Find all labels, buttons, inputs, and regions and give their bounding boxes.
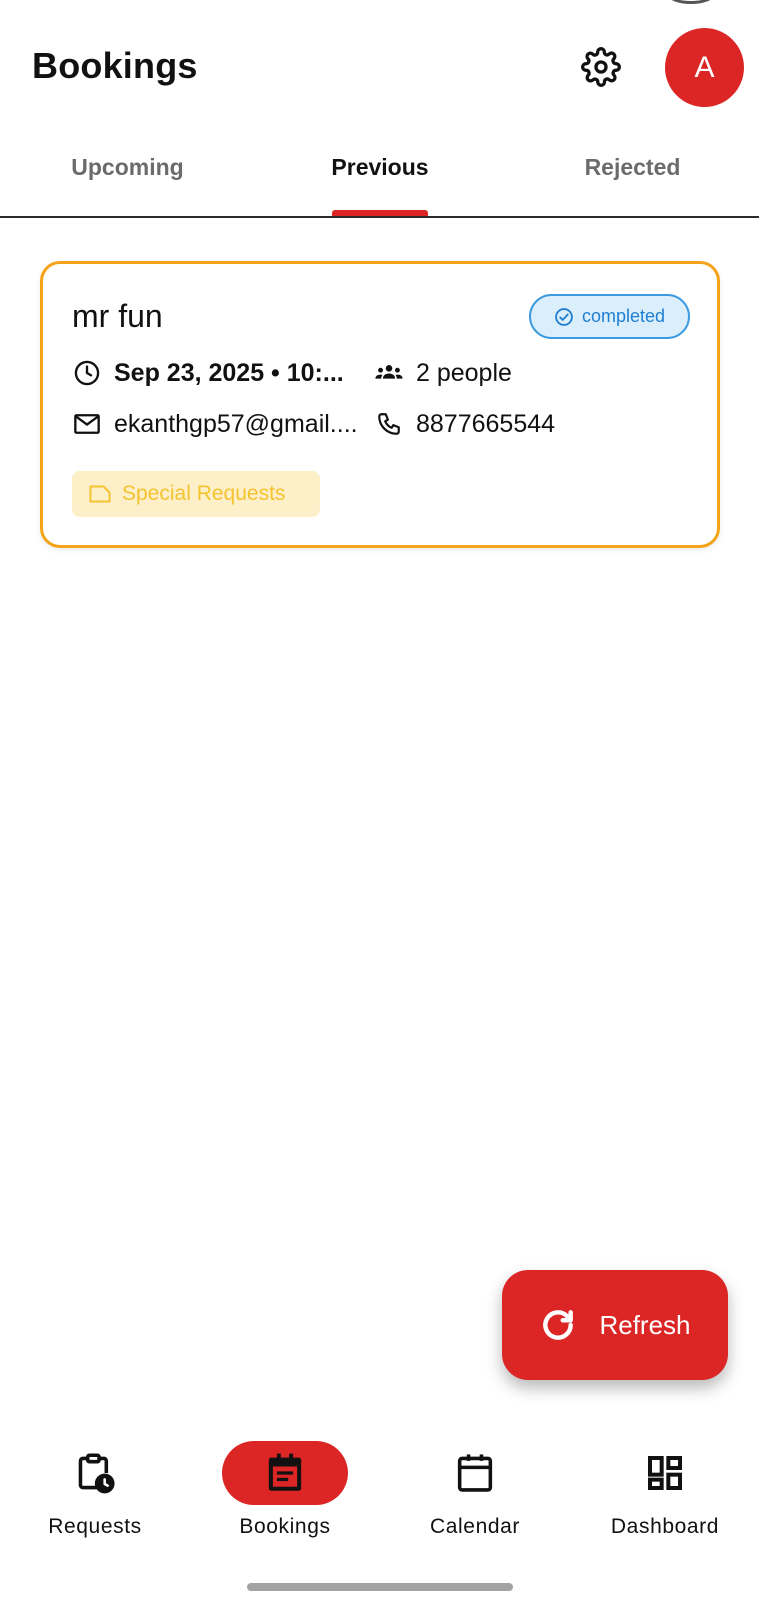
nav-bookings-icon-wrap xyxy=(222,1441,348,1505)
gear-icon xyxy=(581,47,621,87)
check-circle-icon xyxy=(555,307,573,326)
nav-requests-label: Requests xyxy=(48,1515,142,1538)
dashboard-icon xyxy=(648,1456,682,1490)
guest-name: mr fun xyxy=(72,298,163,334)
nav-calendar[interactable]: Calendar xyxy=(380,1425,570,1545)
phone-icon xyxy=(374,409,404,439)
mail-icon xyxy=(72,409,102,439)
phone-row: 8877665544 xyxy=(374,409,555,439)
calendar-icon xyxy=(457,1454,493,1492)
note-icon xyxy=(89,485,111,503)
clock-icon xyxy=(72,358,102,388)
status-text: completed xyxy=(581,306,666,326)
nav-bookings[interactable]: Bookings xyxy=(190,1425,380,1545)
nav-bookings-label: Bookings xyxy=(239,1515,331,1538)
guest-phone: 8877665544 xyxy=(416,409,556,438)
special-requests-label: Special Requests xyxy=(122,482,286,505)
datetime-row: Sep 23, 2025 • 10:... xyxy=(72,358,362,388)
refresh-icon xyxy=(543,1310,574,1340)
tab-bar: Upcoming Previous Rejected xyxy=(0,140,759,218)
email-row: ekanthgp57@gmail.... xyxy=(72,409,358,439)
active-tab-indicator xyxy=(332,210,428,216)
nav-requests[interactable]: Requests xyxy=(0,1425,190,1545)
status-badge: completed xyxy=(529,294,690,339)
refresh-label: Refresh xyxy=(599,1309,691,1340)
guest-email: ekanthgp57@gmail.... xyxy=(114,409,358,438)
nav-requests-icon-wrap xyxy=(32,1441,158,1505)
special-requests-chip[interactable]: Special Requests xyxy=(72,471,320,517)
clipboard-clock-icon xyxy=(78,1453,115,1494)
settings-button[interactable] xyxy=(578,44,624,90)
bottom-navigation: Requests Bookings Calendar Dashboard xyxy=(0,1425,759,1565)
people-count: 2 people xyxy=(416,358,512,387)
nav-dashboard-label: Dashboard xyxy=(610,1515,720,1538)
booking-card[interactable]: mr fun completed Sep 23, 2025 • 10:... 2… xyxy=(40,261,720,548)
group-icon xyxy=(374,358,404,388)
app-bar: Bookings A xyxy=(0,0,759,130)
nav-calendar-icon-wrap xyxy=(412,1441,538,1505)
tab-rejected[interactable]: Rejected xyxy=(580,154,685,181)
avatar-initial: A xyxy=(694,50,715,84)
home-indicator[interactable] xyxy=(247,1583,513,1591)
nav-dashboard[interactable]: Dashboard xyxy=(570,1425,759,1545)
people-row: 2 people xyxy=(374,358,512,388)
booking-datetime: Sep 23, 2025 • 10:... xyxy=(114,358,344,387)
tab-upcoming[interactable]: Upcoming xyxy=(70,154,185,181)
refresh-button[interactable]: Refresh xyxy=(502,1270,728,1380)
avatar[interactable]: A xyxy=(665,28,744,107)
event-note-icon xyxy=(268,1453,302,1491)
page-title: Bookings xyxy=(32,45,198,86)
tab-previous[interactable]: Previous xyxy=(325,154,435,181)
nav-calendar-label: Calendar xyxy=(429,1515,521,1538)
nav-dashboard-icon-wrap xyxy=(602,1441,728,1505)
